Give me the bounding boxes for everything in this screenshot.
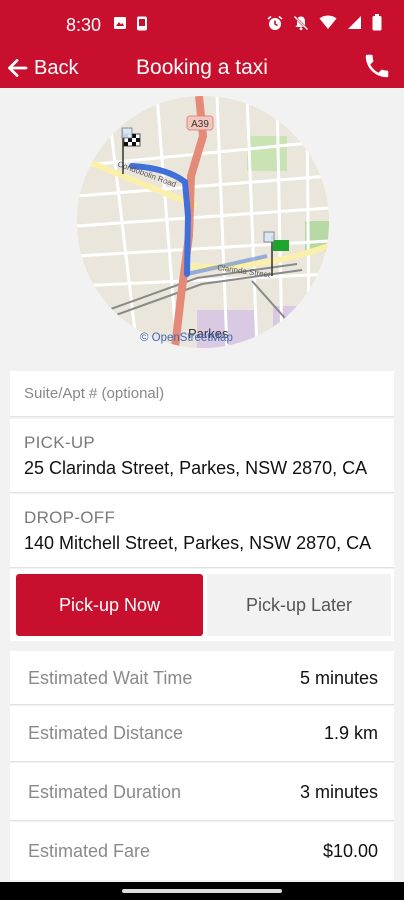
dropoff-address: 140 Mitchell Street, Parkes, NSW 2870, C…: [24, 533, 372, 553]
park-area: [247, 136, 287, 171]
dropoff-field[interactable]: DROP-OFF 140 Mitchell Street, Parkes, NS…: [10, 494, 394, 568]
estimate-label: Estimated Wait Time: [28, 668, 193, 688]
mute-icon: [293, 15, 309, 30]
map-canvas: A39 Condobolin Road Clarinda Street: [77, 96, 329, 348]
phone-device-icon: [137, 16, 147, 31]
status-right-icons: [267, 14, 382, 31]
page-title: Booking a taxi: [136, 56, 268, 79]
estimate-row-distance: Estimated Distance 1.9 km: [10, 706, 394, 762]
map-attribution[interactable]: © OpenStreetMap: [140, 332, 233, 344]
estimate-row-wait: Estimated Wait Time 5 minutes: [10, 651, 394, 705]
status-bar: 8:30: [0, 0, 404, 48]
image-icon: [114, 17, 126, 29]
pickup-field[interactable]: PICK-UP 25 Clarinda Street, Parkes, NSW …: [10, 419, 394, 493]
route-map[interactable]: A39 Condobolin Road Clarinda Street Park…: [77, 96, 329, 348]
suite-field-container: [10, 371, 394, 417]
pickup-address: 25 Clarinda Street, Parkes, NSW 2870, CA: [24, 458, 368, 478]
dropoff-label: DROP-OFF: [24, 508, 116, 527]
suite-input[interactable]: [10, 371, 394, 416]
estimate-label: Estimated Fare: [28, 841, 151, 861]
estimate-row-fare: Estimated Fare $10.00: [10, 822, 394, 880]
estimate-value: 5 minutes: [299, 668, 378, 688]
home-gesture-handle[interactable]: [122, 889, 282, 893]
pickup-later-button[interactable]: Pick-up Later: [207, 574, 391, 636]
system-nav-bar: [0, 882, 404, 900]
pickup-time-toggle: Pick-up Now Pick-up Later: [10, 569, 394, 641]
status-time: 8:30: [66, 15, 102, 35]
battery-icon: [372, 14, 382, 31]
road-shield-label: A39: [191, 119, 209, 130]
pickup-label: PICK-UP: [24, 433, 96, 452]
estimate-value: 3 minutes: [299, 782, 378, 802]
wifi-icon: [319, 15, 337, 29]
estimate-label: Estimated Duration: [28, 782, 182, 802]
signal-icon: [348, 16, 361, 29]
alarm-icon: [267, 15, 283, 30]
pickup-now-button[interactable]: Pick-up Now: [16, 574, 203, 636]
estimate-value: 1.9 km: [323, 723, 378, 743]
estimate-row-duration: Estimated Duration 3 minutes: [10, 763, 394, 821]
app-bar: Back Booking a taxi: [0, 48, 404, 88]
call-button[interactable]: [362, 51, 394, 83]
status-left-icons: [113, 16, 148, 31]
estimate-label: Estimated Distance: [28, 723, 184, 743]
estimate-value: $10.00: [322, 841, 378, 861]
phone-icon: [365, 54, 389, 78]
